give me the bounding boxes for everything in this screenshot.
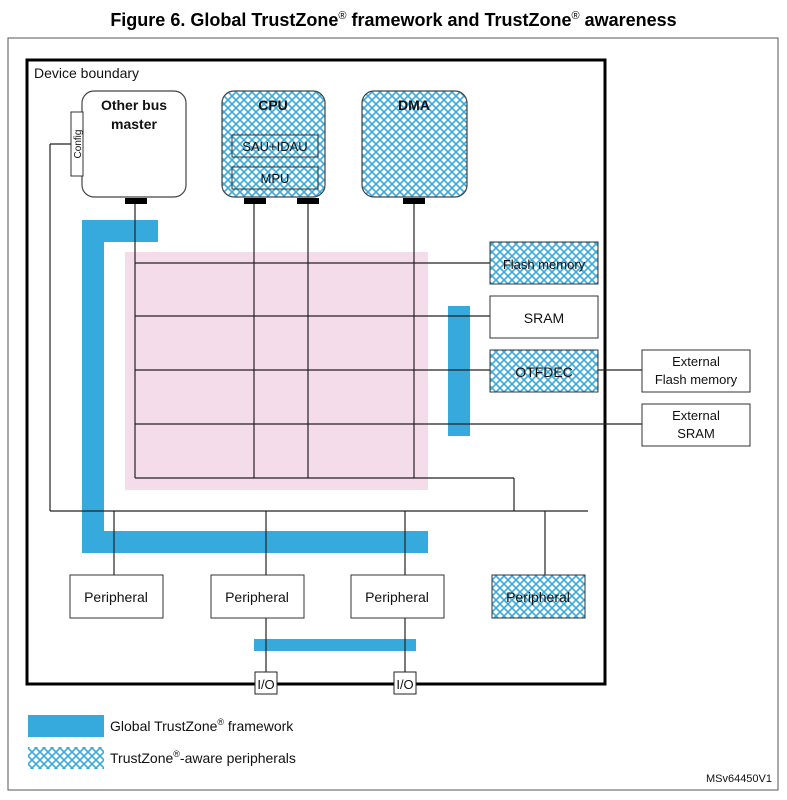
io-label: I/O (257, 677, 274, 692)
sau-idau-label: SAU+IDAU (242, 139, 307, 154)
external-sram-label: External (672, 408, 720, 423)
sram-label: SRAM (524, 310, 564, 326)
io-pad: I/O (254, 671, 278, 695)
dma-label: DMA (398, 97, 430, 113)
io-label: I/O (396, 677, 413, 692)
legend-text: Global TrustZone (110, 718, 218, 734)
other-bus-master-label: Other bus (101, 97, 167, 113)
bus-port (125, 198, 147, 204)
peripheral-label: Peripheral (84, 589, 148, 605)
peripheral-label: Peripheral (365, 589, 429, 605)
bus-port (403, 198, 425, 204)
otfdec-label: OTFDEC (515, 364, 573, 380)
peripheral-block: Peripheral (69, 574, 164, 619)
reference-id: MSv64450V1 (706, 773, 772, 785)
trustzone-framework-vertical (82, 220, 104, 552)
otfdec-block: OTFDEC (489, 349, 599, 393)
cpu-label: CPU (258, 97, 288, 113)
io-pad: I/O (393, 671, 417, 695)
flash-memory-label: Flash memory (503, 257, 586, 272)
legend-aware-label: TrustZone®-aware peripherals (110, 749, 296, 766)
external-flash-label: Flash memory (655, 372, 738, 387)
mpu-label: MPU (261, 171, 290, 186)
external-flash-label: External (672, 354, 720, 369)
sram-block: SRAM (489, 295, 599, 339)
trustzone-framework-memory-bar (448, 306, 470, 436)
legend-framework-label: Global TrustZone® framework (110, 717, 294, 734)
peripheral-block: Peripheral (210, 574, 305, 619)
legend-text: framework (224, 718, 294, 734)
trustzone-diagram: Device boundary Other bus master Config … (7, 37, 779, 791)
other-bus-master: Other bus master Config (70, 90, 187, 204)
external-flash-block: External Flash memory (641, 349, 751, 393)
external-sram-block: External SRAM (641, 403, 751, 447)
dma-block: DMA (361, 90, 468, 204)
legend-text: TrustZone (110, 750, 173, 766)
external-sram-label: SRAM (677, 426, 715, 441)
bus-port (244, 198, 266, 204)
device-boundary-label: Device boundary (34, 65, 139, 81)
peripheral-label: Peripheral (506, 589, 570, 605)
other-bus-master-label: master (111, 116, 157, 132)
trustzone-framework-bottom (82, 531, 428, 553)
legend: Global TrustZone® framework TrustZone®-a… (28, 715, 296, 769)
legend-text: -aware peripherals (180, 750, 296, 766)
config-label: Config (73, 130, 84, 159)
legend-aware-swatch (28, 747, 104, 769)
cpu-block: CPU SAU+IDAU MPU (221, 90, 326, 204)
peripheral-block: Peripheral (350, 574, 445, 619)
flash-memory-block: Flash memory (489, 241, 599, 285)
trustzone-framework-io-bar (254, 639, 416, 651)
peripheral-label: Peripheral (225, 589, 289, 605)
trustzone-framework-top (82, 220, 158, 242)
trustzone-aware-peripheral-block: Peripheral (491, 574, 586, 619)
legend-framework-swatch (28, 715, 104, 737)
bus-port (297, 198, 319, 204)
interconnect-matrix (125, 252, 428, 490)
